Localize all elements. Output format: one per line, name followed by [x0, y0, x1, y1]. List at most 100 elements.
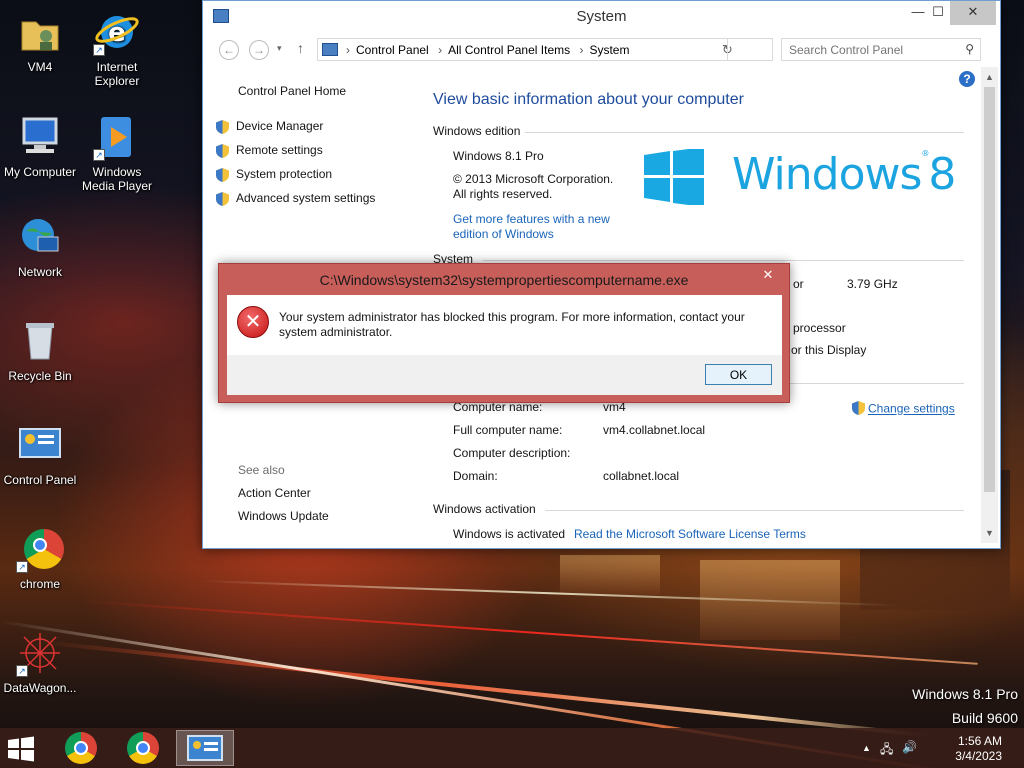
clock-date: 3/4/2023	[955, 749, 1002, 763]
dialog-body: ✕ Your system administrator has blocked …	[227, 295, 782, 355]
recycle-bin-icon	[16, 317, 64, 365]
window-title: System	[576, 8, 627, 25]
show-hidden-icons-chevron-icon[interactable]: ▲	[862, 743, 871, 753]
error-dialog: C:\Windows\system32\systempropertiescomp…	[218, 263, 790, 403]
desktop-icon-internet-explorer[interactable]: e ↗ Internet Explorer	[77, 8, 157, 88]
ok-button[interactable]: OK	[705, 364, 772, 385]
dialog-footer: OK	[227, 355, 782, 395]
control-panel-home-link[interactable]: Control Panel Home	[238, 84, 346, 98]
shortcut-arrow-icon: ↗	[93, 149, 105, 161]
change-settings-link[interactable]: Change settings	[851, 400, 955, 419]
windows-start-icon	[8, 736, 34, 762]
back-button[interactable]: ←	[219, 40, 239, 60]
device-manager-link[interactable]: Device Manager	[215, 119, 323, 139]
taskbar-chrome-button[interactable]	[52, 730, 110, 766]
desktop-icon-chrome[interactable]: ↗ chrome	[0, 525, 80, 591]
copyright-text: © 2013 Microsoft Corporation.	[453, 172, 614, 186]
windows-update-link[interactable]: Windows Update	[238, 509, 329, 523]
pen-touch-fragment: or this Display	[791, 343, 867, 357]
taskbar: ▲ 🖧 🔊 1:56 AM 3/4/2023	[0, 728, 1024, 768]
system-tray: ▲ 🖧 🔊 1:56 AM 3/4/2023	[854, 728, 1024, 768]
control-panel-breadcrumb-icon	[322, 43, 338, 56]
desktop-icon-control-panel[interactable]: Control Panel	[0, 421, 80, 487]
computer-description-label: Computer description:	[453, 446, 571, 460]
internet-explorer-icon: e ↗	[93, 8, 141, 56]
network-globe-icon	[16, 213, 64, 261]
shortcut-arrow-icon: ↗	[93, 44, 105, 56]
desktop-icon-label: Recycle Bin	[8, 369, 72, 383]
chrome-icon	[127, 732, 159, 764]
domain-label: Domain:	[453, 469, 498, 483]
address-box[interactable]: › Control Panel › All Control Panel Items …	[317, 38, 844, 61]
system-protection-link[interactable]: System protection	[215, 167, 332, 187]
action-center-link[interactable]: Action Center	[238, 486, 311, 500]
shield-icon	[215, 119, 230, 135]
windows-version-watermark: Windows 8.1 Pro	[912, 686, 1018, 702]
control-panel-icon	[16, 421, 64, 469]
computer-icon	[16, 113, 64, 161]
license-terms-link[interactable]: Read the Microsoft Software License Term…	[574, 527, 806, 541]
search-icon[interactable]: ⚲	[965, 42, 974, 56]
desktop-icon-label: Control Panel	[3, 473, 77, 487]
section-divider	[483, 260, 964, 261]
shortcut-arrow-icon: ↗	[16, 561, 28, 573]
desktop-icon-network[interactable]: Network	[0, 213, 80, 279]
advanced-system-settings-link[interactable]: Advanced system settings	[215, 191, 375, 211]
volume-icon[interactable]: 🔊	[902, 740, 917, 754]
copyright-text: All rights reserved.	[453, 187, 553, 201]
full-computer-name-label: Full computer name:	[453, 423, 563, 437]
get-more-features-link[interactable]: Get more features with a new	[453, 212, 610, 226]
desktop-icon-label: Network	[17, 265, 62, 279]
windows-logo-text: Windows®8	[732, 149, 956, 200]
search-box[interactable]: ⚲	[781, 38, 981, 61]
desktop-icon-label: Windows Media Player	[81, 165, 153, 193]
media-player-icon: ↗	[93, 113, 141, 161]
processor-label-fragment: or	[793, 277, 804, 291]
wallpaper-light-trail	[39, 640, 936, 739]
section-divider	[545, 510, 964, 511]
breadcrumb-item[interactable]: All Control Panel Items	[448, 43, 570, 57]
datawagon-icon: ↗	[16, 629, 64, 677]
desktop-icon-my-computer[interactable]: My Computer	[0, 113, 80, 179]
scrollbar-thumb[interactable]	[984, 87, 995, 492]
clock[interactable]: 1:56 AM 3/4/2023	[955, 734, 1002, 764]
chrome-icon: ↗	[16, 525, 64, 573]
remote-settings-link[interactable]: Remote settings	[215, 143, 323, 163]
up-arrow-icon[interactable]: ↑	[297, 40, 304, 56]
dialog-close-button[interactable]: ✕	[757, 267, 779, 285]
taskbar-chrome-button[interactable]	[114, 730, 172, 766]
breadcrumb-item[interactable]: Control Panel	[356, 43, 429, 57]
domain-value: collabnet.local	[603, 469, 680, 483]
shield-icon	[851, 400, 866, 419]
desktop-icon-recycle-bin[interactable]: Recycle Bin	[0, 317, 80, 383]
desktop-icon-label: VM4	[27, 60, 53, 74]
breadcrumb-item[interactable]: System	[589, 43, 629, 57]
windows-edition-value: Windows 8.1 Pro	[453, 149, 544, 163]
full-computer-name-value: vm4.collabnet.local	[603, 423, 706, 437]
desktop-icon-label: Internet Explorer	[94, 60, 140, 88]
desktop-icon-vm4[interactable]: VM4	[0, 8, 80, 74]
search-input[interactable]	[782, 39, 952, 60]
windows-build-watermark: Build 9600	[951, 710, 1018, 726]
shortcut-arrow-icon: ↗	[16, 665, 28, 677]
scroll-up-arrow-icon[interactable]: ▲	[981, 69, 998, 85]
vertical-scrollbar[interactable]: ▲ ▼	[981, 67, 998, 543]
start-button[interactable]	[6, 736, 42, 762]
window-titlebar[interactable]: System — ☐ ✕	[203, 1, 1000, 31]
desktop-icon-datawagon[interactable]: ↗ DataWagon...	[0, 629, 80, 695]
get-more-features-link[interactable]: edition of Windows	[453, 227, 554, 241]
taskbar-control-panel-button[interactable]	[176, 730, 234, 766]
maximize-button[interactable]: ☐	[923, 1, 953, 25]
network-icon[interactable]: 🖧	[880, 740, 893, 761]
forward-button[interactable]: →	[249, 40, 269, 60]
shield-icon	[215, 167, 230, 183]
wallpaper-building	[560, 555, 660, 595]
see-also-heading: See also	[238, 463, 285, 477]
close-button[interactable]: ✕	[950, 1, 996, 25]
desktop-icon-windows-media-player[interactable]: ↗ Windows Media Player	[77, 113, 157, 193]
scroll-down-arrow-icon[interactable]: ▼	[981, 525, 998, 541]
recent-pages-chevron-icon[interactable]: ▾	[277, 43, 282, 54]
error-icon: ✕	[237, 306, 269, 338]
activation-status: Windows is activated	[453, 527, 566, 541]
dialog-message: Your system administrator has blocked th…	[279, 310, 745, 339]
